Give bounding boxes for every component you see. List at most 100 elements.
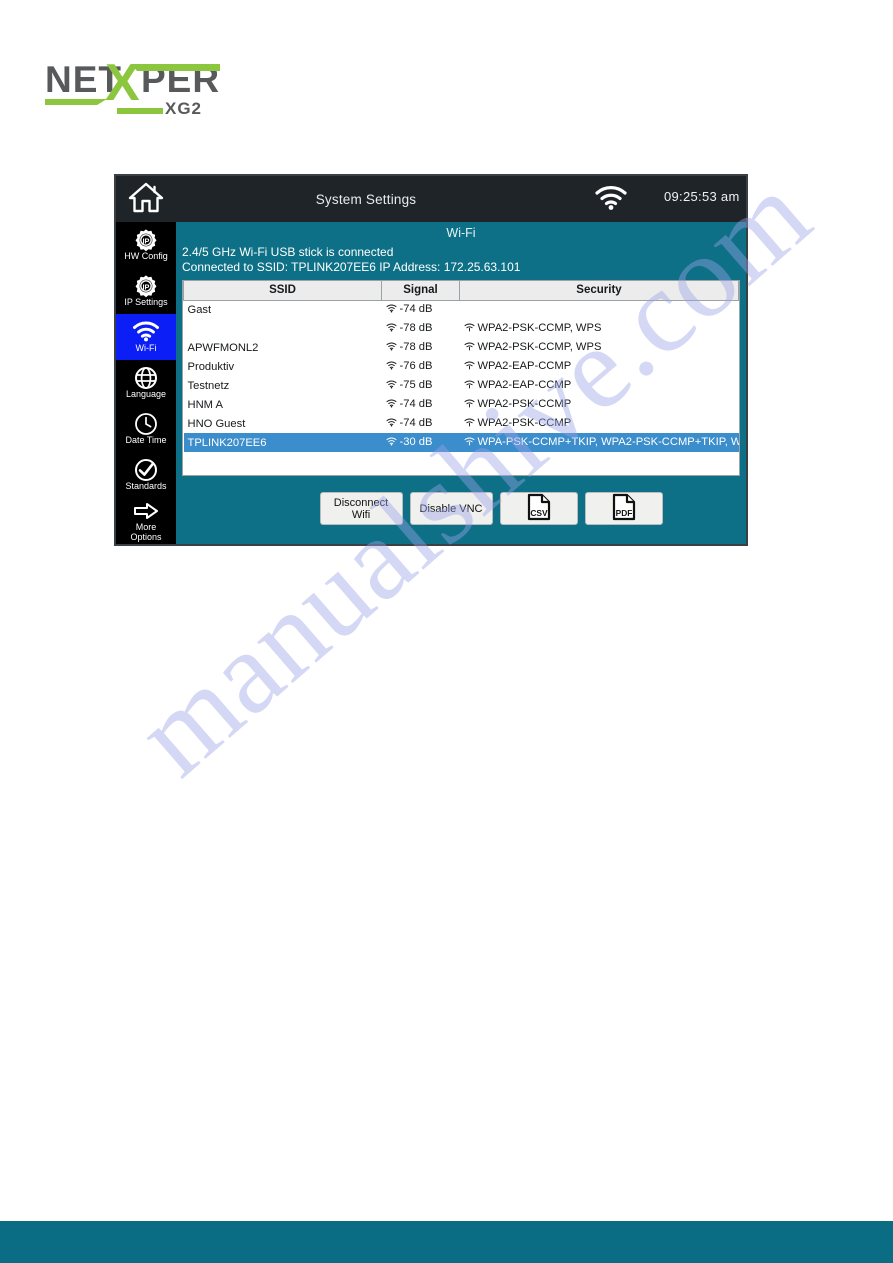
arrow-right-icon [133, 500, 159, 522]
security-wifi-icon [463, 380, 475, 392]
cell-security: WPA2-EAP-CCMP [460, 376, 739, 395]
security-value: WPA-PSK-CCMP+TKIP, WPA2-PSK-CCMP+TKIP, W… [477, 436, 739, 448]
cell-security: WPA-PSK-CCMP+TKIP, WPA2-PSK-CCMP+TKIP, W… [459, 433, 739, 452]
security-value: WPA2-PSK-CCMP [477, 417, 572, 429]
table-row[interactable]: Testnetz -75 dB WPA2-EAP-CCMP [184, 376, 739, 395]
cell-signal: -74 dB [382, 395, 460, 414]
status-bar-clock: 09:25:53 am [664, 189, 740, 204]
svg-text:IP: IP [143, 236, 150, 245]
sidebar-label: IP Settings [124, 296, 168, 307]
sidebar-item-language[interactable]: Language [116, 360, 176, 406]
table-body: Gast -74 dB -78 dB WPA2-PSK-CCMP, WPS APWFMO… [183, 300, 739, 452]
page-title: Wi-Fi [446, 226, 476, 240]
security-value: WPA2-PSK-CCMP, WPS [477, 322, 602, 334]
signal-wifi-icon [385, 304, 397, 316]
signal-value: -78 dB [399, 341, 433, 353]
security-value: WPA2-PSK-CCMP, WPS [477, 341, 602, 353]
table-row[interactable]: Gast -74 dB [184, 300, 739, 319]
sidebar-label: Language [125, 388, 167, 399]
footer-band [0, 1221, 893, 1263]
clock-icon [134, 412, 158, 435]
pdf-file-icon: PDF [611, 493, 637, 524]
security-value: WPA2-PSK-CCMP [477, 398, 572, 410]
disable-vnc-button[interactable]: Disable VNC [409, 492, 493, 525]
export-csv-button[interactable]: CSV [499, 492, 578, 525]
cell-signal: -74 dB [382, 300, 460, 319]
cell-signal: -74 dB [382, 414, 460, 433]
sidebar-item-standards[interactable]: Standards [116, 452, 176, 498]
sidebar-item-ip-settings[interactable]: IP IP Settings [116, 268, 176, 314]
signal-value: -76 dB [399, 360, 433, 372]
signal-value: -74 dB [399, 303, 433, 316]
svg-text:X: X [105, 54, 140, 112]
svg-text:XG2: XG2 [165, 99, 202, 118]
signal-wifi-icon [385, 437, 397, 449]
cell-ssid: Produktiv [187, 360, 235, 373]
security-wifi-icon [463, 437, 475, 449]
info-line-usb-stick: 2.4/5 GHz Wi-Fi USB stick is connected [182, 245, 394, 259]
cell-security: WPA2-PSK-CCMP, WPS [460, 338, 739, 357]
table-row[interactable]: APWFMONL2 -78 dB WPA2-PSK-CCMP, WPS [184, 338, 739, 357]
table-row[interactable]: Produktiv -76 dB WPA2-EAP-CCMP [184, 357, 739, 376]
table-row[interactable]: HNM A -74 dB WPA2-PSK-CCMP [184, 395, 739, 414]
signal-value: -78 dB [399, 322, 433, 334]
status-bar: System Settings 09:25:53 am 97% [116, 176, 746, 222]
security-value: WPA2-EAP-CCMP [477, 379, 572, 391]
ip-gear-icon: IP [134, 275, 158, 297]
csv-file-icon: CSV [526, 493, 552, 524]
sidebar-item-date-time[interactable]: Date Time [116, 406, 176, 452]
sidebar-label: More Options [130, 522, 162, 542]
signal-value: -75 dB [399, 379, 433, 391]
sidebar-item-wifi[interactable]: Wi-Fi [116, 314, 176, 360]
sidebar-label: Date Time [125, 434, 167, 445]
cell-security: WPA2-PSK-CCMP [460, 395, 739, 414]
cell-security [460, 300, 739, 319]
table-row[interactable]: -78 dB WPA2-PSK-CCMP, WPS [184, 319, 739, 338]
cell-signal: -76 dB [382, 357, 460, 376]
security-wifi-icon [463, 399, 475, 411]
table-row[interactable]: TPLINK207EE6 -30 dB WPA-PSK-CCMP+TKIP, WPA… [183, 433, 739, 452]
home-icon [128, 181, 164, 218]
cell-ssid: HNO Guest [187, 417, 246, 430]
cell-signal: -78 dB [382, 338, 460, 357]
export-pdf-button[interactable]: PDF [584, 492, 663, 525]
sidebar-label: Standards [125, 480, 167, 491]
sidebar: IP HW Config IP IP Settings Wi-Fi Langua… [116, 222, 176, 544]
sidebar-item-hw-config[interactable]: IP HW Config [116, 222, 176, 268]
security-wifi-icon [463, 361, 475, 373]
signal-value: -74 dB [399, 417, 433, 429]
signal-wifi-icon [385, 342, 397, 354]
signal-value: -74 dB [399, 398, 433, 410]
svg-text:PDF: PDF [615, 508, 632, 518]
disable-vnc-label: Disable VNC [419, 502, 483, 515]
security-wifi-icon [463, 418, 475, 430]
disconnect-wifi-label: Disconnect Wifi [333, 496, 389, 521]
cell-security: WPA2-PSK-CCMP, WPS [460, 319, 739, 338]
signal-wifi-icon [385, 399, 397, 411]
table-header-row: SSID Signal Security [183, 281, 739, 301]
network-table[interactable]: SSID Signal Security Gast -74 dB -78 dB WPA… [182, 280, 740, 476]
cell-ssid: Testnetz [187, 379, 230, 392]
column-header-security: Security [459, 281, 739, 301]
cell-ssid: TPLINK207EE6 [183, 433, 382, 452]
cell-signal: -78 dB [382, 319, 460, 338]
table-row[interactable]: HNO Guest -74 dB WPA2-PSK-CCMP [184, 414, 739, 433]
cell-security: WPA2-PSK-CCMP [460, 414, 739, 433]
action-button-bar: Disconnect Wifi Disable VNC CSV PDF [236, 484, 746, 544]
sidebar-label: HW Config [124, 250, 168, 261]
security-wifi-icon [463, 323, 475, 335]
page-root: NET X PERT XG2 System Settings [0, 0, 893, 1263]
netxpert-logo: NET X PERT XG2 [45, 52, 220, 124]
column-header-signal: Signal [381, 281, 460, 301]
security-wifi-icon [463, 342, 475, 354]
signal-wifi-icon [385, 418, 397, 430]
sidebar-label: Wi-Fi [135, 342, 157, 353]
disconnect-wifi-button[interactable]: Disconnect Wifi [319, 492, 403, 525]
cell-security: WPA2-EAP-CCMP [460, 357, 739, 376]
sidebar-item-more-options[interactable]: More Options [116, 498, 176, 544]
cell-ssid: HNM A [187, 398, 223, 411]
wifi-icon [132, 321, 160, 343]
ip-gear-icon: IP [134, 229, 158, 251]
home-button[interactable] [116, 176, 176, 222]
content-panel: Wi-Fi 2.4/5 GHz Wi-Fi USB stick is conne… [176, 222, 746, 544]
